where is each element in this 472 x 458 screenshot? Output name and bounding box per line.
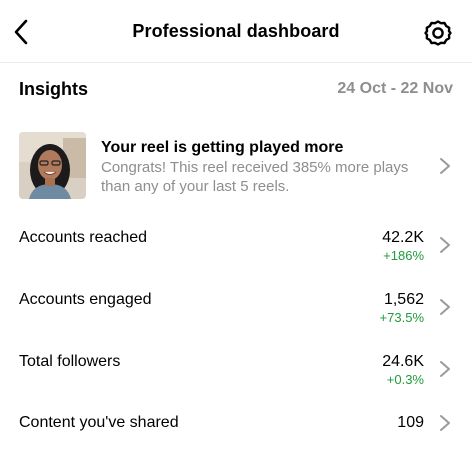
metric-value: 24.6K	[382, 353, 424, 370]
metric-change: +186%	[383, 248, 424, 263]
metric-value: 42.2K	[382, 229, 424, 246]
insights-heading: Insights	[19, 79, 89, 99]
metric-label: Accounts reached	[19, 229, 148, 246]
metric-label: Total followers	[19, 353, 121, 370]
chevron-right-icon	[440, 158, 450, 174]
chevron-right-icon	[440, 415, 450, 431]
metric-accounts-engaged[interactable]: Accounts engaged 1,562 +73.5%	[0, 284, 472, 336]
metric-label: Content you've shared	[19, 414, 179, 431]
top-bar: Professional dashboard	[0, 0, 472, 63]
reel-description: Congrats! This reel received 385% more p…	[101, 159, 409, 195]
metric-value: 109	[397, 414, 424, 431]
settings-button[interactable]	[421, 16, 455, 50]
metric-value: 1,562	[383, 291, 424, 308]
chevron-right-icon	[440, 237, 450, 253]
date-range[interactable]: 24 Oct - 22 Nov	[337, 80, 453, 98]
metric-change: +73.5%	[379, 310, 424, 325]
metric-label: Accounts engaged	[19, 291, 152, 308]
reel-insight-card[interactable]: Your reel is getting played more Congrat…	[0, 124, 472, 208]
chevron-right-icon	[440, 361, 450, 377]
gear-icon	[424, 20, 452, 46]
chevron-right-icon	[440, 299, 450, 315]
page-title: Professional dashboard	[132, 21, 340, 41]
metric-total-followers[interactable]: Total followers 24.6K +0.3%	[0, 346, 472, 398]
metric-change: +0.3%	[386, 372, 424, 387]
metric-content-shared[interactable]: Content you've shared 109	[0, 406, 472, 458]
reel-headline: Your reel is getting played more	[101, 139, 344, 156]
metric-accounts-reached[interactable]: Accounts reached 42.2K +186%	[0, 222, 472, 274]
reel-thumbnail	[19, 132, 86, 199]
